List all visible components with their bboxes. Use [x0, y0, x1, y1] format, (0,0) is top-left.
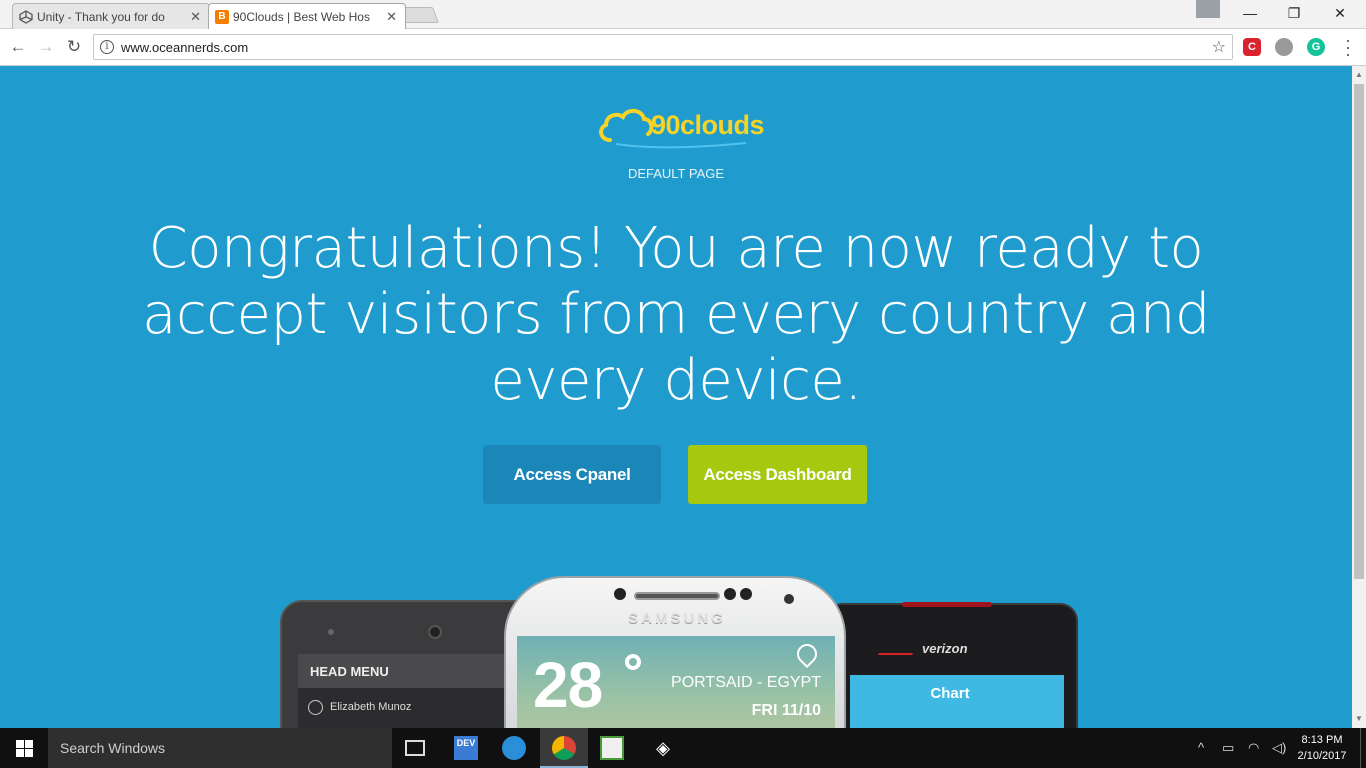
dev-app-icon[interactable]: DEV — [454, 736, 478, 760]
forward-icon[interactable]: → — [36, 37, 56, 57]
camera-icon — [614, 588, 626, 600]
weather-location: PORTSAID - EGYPT — [671, 674, 821, 691]
menu-user-name: Elizabeth Munoz — [330, 701, 412, 713]
menu-user-row: Elizabeth Munoz ⚙ — [298, 692, 528, 722]
info-icon[interactable]: i — [100, 40, 114, 54]
page-scrollbar[interactable]: ▲ ▼ — [1352, 66, 1366, 728]
clock[interactable]: 8:13 PM 2/10/2017 — [1294, 732, 1350, 764]
wifi-icon[interactable]: ◠ — [1248, 740, 1259, 756]
phone-accent — [902, 602, 992, 607]
url-text[interactable]: www.oceannerds.com — [121, 40, 248, 55]
weather-date: FRI 11/10 — [751, 702, 821, 719]
phone-right-screen: Chart — [850, 675, 1064, 728]
volume-icon[interactable]: ◁) — [1272, 740, 1286, 756]
task-view-icon[interactable] — [405, 740, 425, 756]
location-pin-icon — [792, 639, 822, 669]
scroll-down-icon[interactable]: ▼ — [1355, 714, 1363, 723]
grammarly-icon[interactable]: G — [1307, 38, 1325, 56]
profile-icon[interactable] — [1196, 0, 1220, 18]
back-icon[interactable]: ← — [8, 37, 28, 57]
browser-menu-icon[interactable]: · · · — [1345, 31, 1351, 63]
restore-button[interactable]: ❐ — [1272, 0, 1316, 26]
speaker-grille — [634, 592, 720, 600]
tab-title: 90Clouds | Best Web Hos — [233, 10, 370, 24]
phone-left-screen: HEAD MENU Elizabeth Munoz ⚙ — [298, 654, 528, 728]
access-cpanel-button[interactable]: Access Cpanel — [483, 445, 661, 504]
tab-strip: Unity - Thank you for do ✕ B 90Clouds | … — [0, 0, 1366, 29]
user-icon — [308, 700, 323, 715]
page-subtitle: DEFAULT PAGE — [627, 166, 725, 181]
phone-right-image: verizon Chart — [830, 602, 1078, 728]
scroll-up-icon[interactable]: ▲ — [1355, 70, 1363, 79]
head-menu-title: HEAD MENU — [298, 654, 528, 688]
reload-icon[interactable]: ↻ — [64, 37, 84, 57]
web-page: 90clouds DEFAULT PAGE Congratulations! Y… — [0, 66, 1352, 728]
chart-app-icon[interactable] — [600, 736, 624, 760]
shield-extension-icon[interactable]: C — [1243, 38, 1261, 56]
taskbar: Search Windows DEV ◈ ^ ▭ ◠ ◁) 8:13 PM 2/… — [0, 728, 1366, 768]
logo-text: 90clouds — [651, 110, 765, 140]
tab-90clouds[interactable]: B 90Clouds | Best Web Hos ✕ — [208, 3, 406, 29]
front-camera-icon — [784, 594, 794, 604]
minimize-button[interactable]: — — [1228, 0, 1272, 26]
phone-left-image: HEAD MENU Elizabeth Munoz ⚙ — [280, 600, 542, 728]
tab-title: Unity - Thank you for do — [37, 10, 165, 24]
verizon-brand: verizon — [922, 641, 968, 656]
clock-time: 8:13 PM — [1301, 734, 1343, 746]
windows-start-icon[interactable] — [0, 728, 48, 768]
temperature: 28 — [533, 649, 603, 721]
search-input[interactable]: Search Windows — [48, 728, 392, 768]
tab-close-icon[interactable]: ✕ — [190, 9, 201, 25]
blogger-icon: B — [215, 10, 229, 24]
tab-unity[interactable]: Unity - Thank you for do ✕ — [12, 3, 210, 29]
close-button[interactable]: ✕ — [1318, 0, 1362, 26]
scrollbar-thumb[interactable] — [1354, 84, 1364, 579]
bookmark-star-icon[interactable]: ☆ — [1212, 37, 1226, 57]
address-bar[interactable]: i www.oceannerds.com ☆ — [93, 34, 1233, 60]
samsung-brand: SAMSUNG — [628, 610, 726, 627]
access-dashboard-button[interactable]: Access Dashboard — [688, 445, 867, 504]
unity-icon — [19, 10, 33, 24]
sensor-dot — [328, 629, 334, 635]
camera-icon — [428, 625, 442, 639]
degree-icon — [625, 654, 641, 670]
chrome-icon — [552, 736, 576, 760]
verizon-check-icon — [877, 641, 921, 655]
chrome-taskbar-active[interactable] — [540, 728, 588, 768]
weather-screen: 28 PORTSAID - EGYPT FRI 11/10 — [517, 636, 835, 728]
show-desktop-button[interactable] — [1360, 728, 1366, 768]
phone-center-image: SAMSUNG 28 PORTSAID - EGYPT FRI 11/10 — [504, 576, 846, 728]
tab-close-icon[interactable]: ✕ — [386, 9, 397, 25]
headline: Congratulations! You are now ready to ac… — [142, 216, 1210, 413]
sensor-dot — [740, 588, 752, 600]
cloud-extension-icon[interactable] — [1275, 38, 1293, 56]
sync-app-icon[interactable] — [502, 736, 526, 760]
tray-chevron-icon[interactable]: ^ — [1198, 740, 1204, 755]
unity-taskbar-icon[interactable]: ◈ — [651, 736, 675, 760]
clock-date: 2/10/2017 — [1297, 750, 1347, 762]
sensor-dot — [724, 588, 736, 600]
screen-title: Chart — [930, 685, 970, 702]
browser-toolbar: ← → ↻ i www.oceannerds.com ☆ C G · · · — [0, 29, 1366, 66]
battery-icon[interactable]: ▭ — [1222, 740, 1234, 756]
